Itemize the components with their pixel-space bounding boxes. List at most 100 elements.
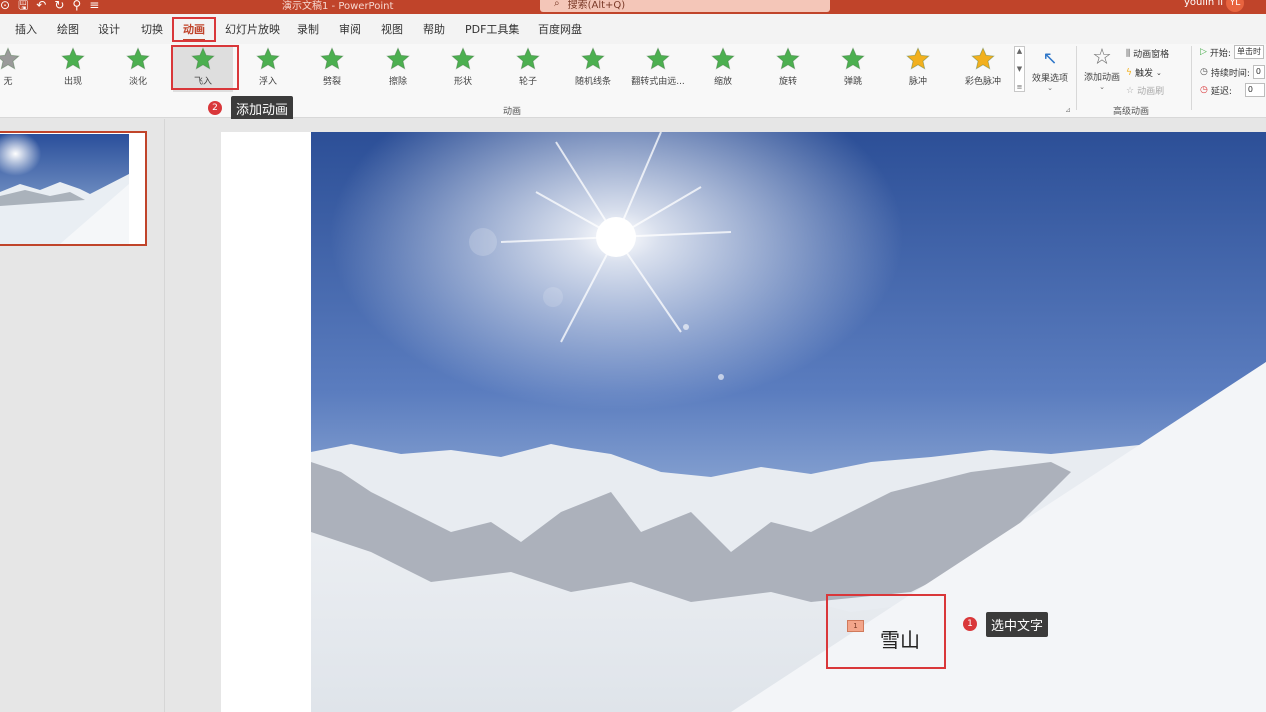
save-icon[interactable]: 🖫 — [18, 0, 28, 12]
animation-swivel[interactable]: 旋转 — [758, 46, 818, 92]
chevron-up-icon[interactable]: ▲ — [1017, 47, 1022, 55]
title-bar: ⊙ 🖫 ↶ ↻ ⚲ ≡ 演示文稿1 - PowerPoint ⌕ 搜索(Alt+… — [0, 0, 1266, 14]
step-tooltip-2: 添加动画 — [231, 96, 294, 121]
autosave-icon[interactable]: ⊙ — [0, 0, 10, 12]
tab-record[interactable]: 录制 — [297, 21, 319, 37]
animation-grow-turn[interactable]: 翻转式由远... — [628, 46, 688, 92]
star-icon — [581, 47, 605, 70]
animation-random-bars[interactable]: 随机线条 — [563, 46, 623, 92]
animation-label: 随机线条 — [574, 77, 611, 87]
animation-split[interactable]: 劈裂 — [302, 46, 362, 92]
animation-label: 形状 — [453, 77, 472, 87]
animation-label: 出现 — [63, 77, 82, 87]
play-icon: ▷ — [1200, 47, 1207, 57]
animation-wheel[interactable]: 轮子 — [498, 46, 558, 92]
animation-zoom[interactable]: 缩放 — [693, 46, 753, 92]
ribbon-divider — [1076, 46, 1077, 110]
animation-order-tag[interactable]: 1 — [847, 620, 864, 632]
effect-arrow-icon: ↖ — [1042, 48, 1058, 69]
star-icon — [61, 47, 85, 70]
star-icon — [776, 47, 800, 70]
redo-icon[interactable]: ↻ — [54, 0, 64, 12]
animation-label: 浮入 — [258, 77, 277, 87]
animation-pane-button[interactable]: ⫼ 动画窗格 — [1126, 47, 1169, 61]
quick-access-toolbar: ⊙ 🖫 ↶ ↻ ⚲ ≡ — [0, 0, 99, 14]
animation-shape[interactable]: 形状 — [433, 46, 493, 92]
chevron-down-icon[interactable]: ▼ — [1017, 65, 1022, 73]
animation-label: 轮子 — [518, 77, 537, 87]
snow-mountain-photo[interactable] — [311, 132, 1266, 712]
user-name[interactable]: youlin li — [1184, 0, 1223, 8]
add-animation-button[interactable]: ☆ 添加动画 ⌄ — [1082, 46, 1122, 92]
tab-review[interactable]: 审阅 — [339, 21, 361, 37]
animation-bounce[interactable]: 弹跳 — [823, 46, 883, 92]
pane-icon: ⫼ — [1126, 48, 1131, 59]
animation-float-in[interactable]: 浮入 — [238, 46, 298, 92]
tab-insert[interactable]: 插入 — [15, 21, 37, 37]
chevron-down-icon: ⌄ — [1155, 68, 1162, 77]
tab-transitions[interactable]: 切换 — [141, 21, 163, 37]
tab-pdf-tools[interactable]: PDF工具集 — [465, 21, 519, 37]
photo-graphic — [311, 132, 1266, 712]
tab-slideshow[interactable]: 幻灯片放映 — [225, 21, 280, 37]
animation-fade[interactable]: 淡化 — [108, 46, 168, 92]
gallery-scrollbar[interactable]: ▲ ▼ ≡ — [1014, 46, 1025, 92]
animation-label: 无 — [3, 77, 13, 87]
duration-label: 持续时间: — [1210, 68, 1250, 79]
slide-title-text[interactable]: 雪山 — [880, 624, 920, 653]
star-icon — [451, 47, 475, 70]
gallery-more-icon[interactable]: ≡ — [1017, 83, 1023, 91]
search-box[interactable]: ⌕ 搜索(Alt+Q) — [540, 0, 830, 12]
dialog-launcher-icon[interactable]: ⊿ — [1065, 106, 1071, 114]
animation-painter-button[interactable]: ☆ 动画刷 — [1126, 84, 1165, 98]
star-icon — [126, 47, 150, 70]
tab-draw[interactable]: 绘图 — [57, 21, 79, 37]
effect-options-button[interactable]: ↖ 效果选项 ⌄ — [1028, 48, 1072, 92]
add-animation-label: 添加动画 — [1083, 73, 1120, 83]
animation-label: 彩色脉冲 — [964, 77, 1001, 87]
animation-wipe[interactable]: 擦除 — [368, 46, 428, 92]
customize-toolbar-icon[interactable]: ≡ — [89, 0, 99, 12]
tab-highlight-box — [172, 17, 216, 42]
animation-none[interactable]: 无 — [0, 46, 38, 92]
search-icon: ⌕ — [554, 0, 560, 9]
ribbon-divider — [1191, 46, 1192, 110]
animation-label: 弹跳 — [843, 77, 862, 87]
undo-icon[interactable]: ↶ — [36, 0, 46, 12]
animation-color-pulse[interactable]: 彩色脉冲 — [953, 46, 1013, 92]
timing-start: ▷ 开始: 单击时 — [1200, 45, 1264, 59]
document-title: 演示文稿1 - PowerPoint — [282, 1, 394, 12]
animation-label: 翻转式由远... — [631, 77, 685, 87]
chevron-down-icon: ⌄ — [1047, 84, 1053, 92]
duration-input[interactable]: 0 — [1252, 65, 1265, 79]
animation-label: 擦除 — [388, 77, 407, 87]
start-select[interactable]: 单击时 — [1233, 45, 1264, 59]
animation-label: 脉冲 — [908, 77, 927, 87]
step-tooltip-1: 选中文字 — [986, 612, 1049, 637]
fly-in-highlight-box — [171, 45, 239, 90]
tab-baidu-netdisk[interactable]: 百度网盘 — [538, 21, 582, 37]
step-badge-1: 1 — [963, 617, 977, 631]
tab-view[interactable]: 视图 — [381, 21, 403, 37]
pin-icon[interactable]: ⚲ — [72, 0, 81, 12]
trigger-label: 触发 — [1134, 69, 1153, 79]
trigger-button[interactable]: ϟ 触发 ⌄ — [1126, 66, 1162, 80]
animation-pulse[interactable]: 脉冲 — [888, 46, 948, 92]
delay-input[interactable]: 0 — [1244, 83, 1265, 97]
slide-thumbnail-image[interactable] — [0, 134, 129, 244]
thumbnail-photo — [0, 134, 129, 244]
animation-label: 旋转 — [778, 77, 797, 87]
step-badge-2: 2 — [208, 101, 222, 115]
tab-design[interactable]: 设计 — [98, 21, 120, 37]
avatar[interactable]: YL — [1226, 0, 1244, 12]
star-icon — [320, 47, 344, 70]
timing-duration: ◷ 持续时间: 0 — [1200, 65, 1265, 79]
search-placeholder: 搜索(Alt+Q) — [567, 0, 626, 11]
star-icon — [516, 47, 540, 70]
timing-delay: ◷ 延迟: 0 — [1200, 83, 1265, 97]
star-icon — [711, 47, 735, 70]
tab-help[interactable]: 帮助 — [423, 21, 445, 37]
star-icon — [646, 47, 670, 70]
animation-painter-label: 动画刷 — [1137, 87, 1165, 97]
animation-appear[interactable]: 出现 — [43, 46, 103, 92]
